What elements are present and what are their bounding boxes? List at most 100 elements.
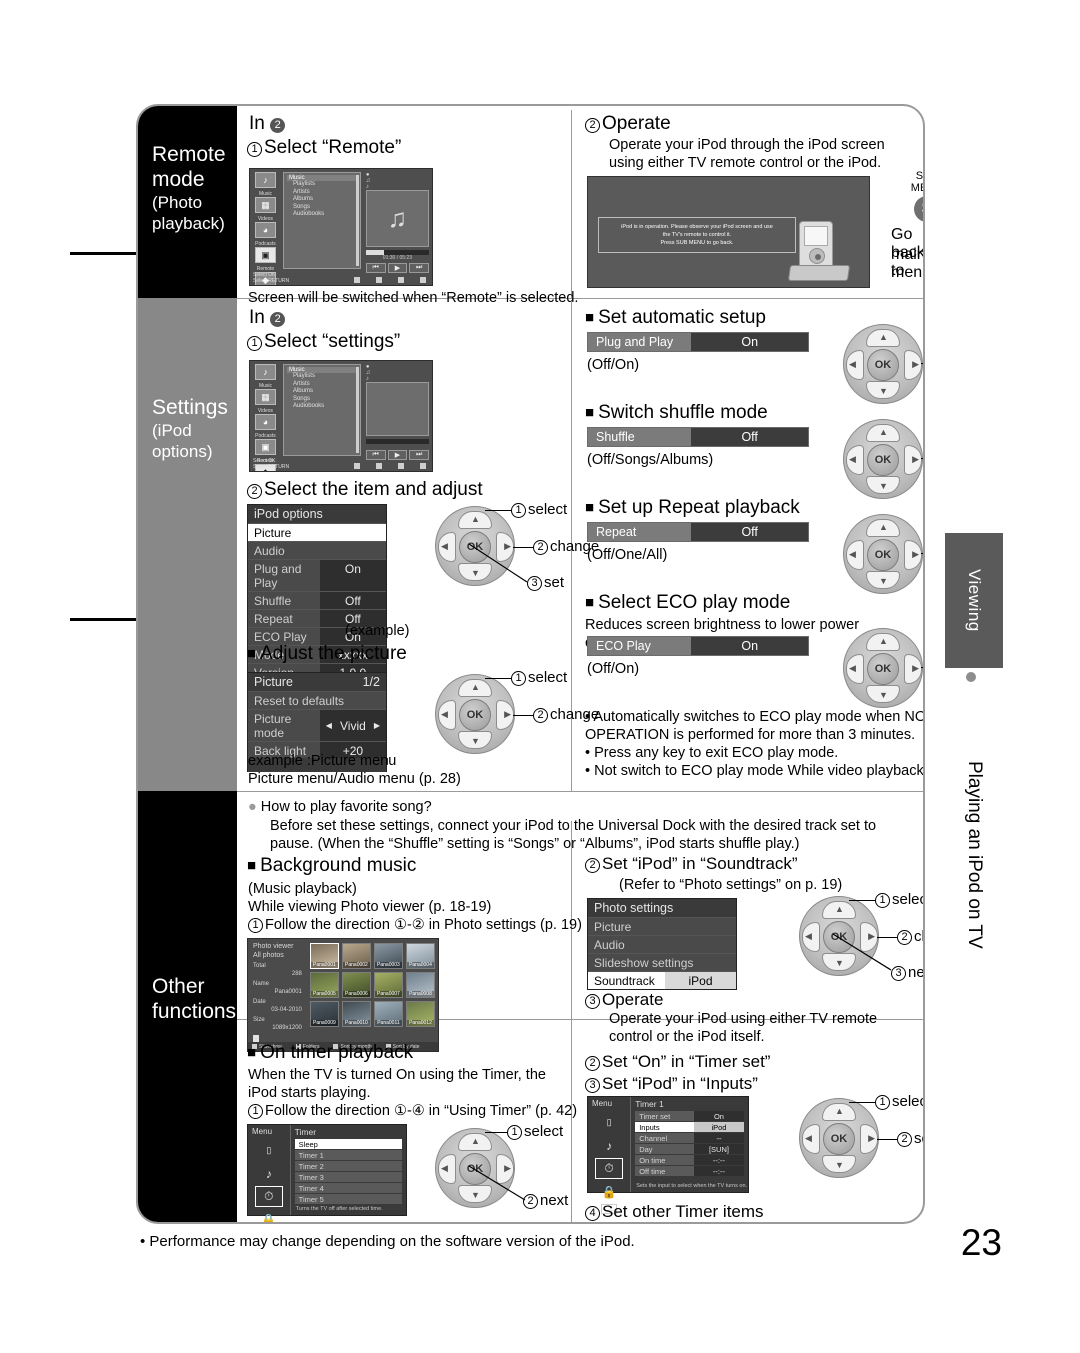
dpad-ok-button[interactable]: OK xyxy=(459,699,491,731)
ipod-icon-podcasts[interactable]: ◕ xyxy=(255,414,276,430)
pv-size-key: Size xyxy=(253,1017,265,1023)
timer-icon[interactable]: ⏱ xyxy=(595,1158,624,1179)
ipod-icon-remote[interactable]: ▣ xyxy=(255,439,276,455)
photo-viewer-thumbnail-grid[interactable]: Pana0001 Pana0002 Pana0003 Pana0004 Pana… xyxy=(307,939,438,1051)
ipod-list-item[interactable]: Playlists xyxy=(287,373,357,381)
timer-row-1[interactable]: Timer 1 xyxy=(294,1150,402,1160)
timer-menu-mock[interactable]: Menu ▯ ♪ ⏱ 🔒 CC ⛭ Timer Sleep Timer 1 Ti… xyxy=(247,1124,407,1222)
timer1-menu-mock[interactable]: Menu ▯ ♪ ⏱ 🔒 CC ⛭ Timer 1 Timer setOn In… xyxy=(587,1096,749,1222)
sub-menu-button[interactable]: S xyxy=(914,196,923,222)
strip-value: Off xyxy=(691,428,808,446)
picture-icon[interactable]: ▯ xyxy=(595,1112,623,1133)
osd-row-picture-mode[interactable]: Picture mode ◀ Vivid ▶ xyxy=(248,709,386,741)
photo-thumb[interactable]: Pana0005 xyxy=(309,972,339,998)
timer-row-3[interactable]: Timer 3 xyxy=(294,1172,402,1182)
lock-icon[interactable]: 🔒 xyxy=(255,1209,283,1223)
ipod-icon-videos[interactable]: ▦ xyxy=(255,197,276,213)
ipod-prev-button[interactable]: ⏮ xyxy=(365,450,386,461)
ipod-progress-bar[interactable] xyxy=(365,250,429,256)
timer-row-2[interactable]: Timer 2 xyxy=(294,1161,402,1171)
photo-settings-menu[interactable]: Photo settings Picture Audio Slideshow s… xyxy=(587,898,737,990)
strip-repeat[interactable]: Repeat Off xyxy=(587,522,809,542)
photo-thumb[interactable]: Pana0011 xyxy=(373,1001,403,1027)
photo-thumb[interactable]: Pana0010 xyxy=(341,1001,371,1027)
ipod-list-item[interactable]: Audiobooks xyxy=(287,403,357,411)
timer-icon[interactable]: ⏱ xyxy=(254,1186,283,1207)
photo-thumb[interactable]: Pana0012 xyxy=(405,1001,435,1027)
dpad-auto-setup[interactable]: ▲ ▼ ◀ ▶ OK xyxy=(841,324,923,404)
dpad-ok-button[interactable]: OK xyxy=(867,653,899,685)
osd-row-soundtrack[interactable]: Soundtrack iPod xyxy=(588,971,736,989)
ipod-icon-music[interactable]: ♪ xyxy=(255,172,276,188)
ipod-music-list[interactable]: Music Playlists Artists Albums Songs Aud… xyxy=(282,172,361,269)
ipod-list-item[interactable]: Albums xyxy=(287,388,357,396)
dpad-shuffle[interactable]: ▲ ▼ ◀ ▶ OK xyxy=(841,419,923,499)
dpad-picture-menu[interactable]: ▲ ▼ ◀ ▶ OK xyxy=(433,674,517,754)
ipod-list-item[interactable]: Songs xyxy=(287,396,357,404)
osd-value-stepper[interactable]: ◀ Vivid ▶ xyxy=(319,710,386,741)
ipod-play-button[interactable]: ▶ xyxy=(387,263,408,274)
strip-eco-play[interactable]: ECO Play On xyxy=(587,636,809,656)
picture-icon[interactable]: ▯ xyxy=(255,1140,283,1161)
dpad-ok-button[interactable]: OK xyxy=(867,539,899,571)
left-arrow-icon[interactable]: ◀ xyxy=(326,721,332,730)
ipod-icon-videos[interactable]: ▦ xyxy=(255,389,276,405)
ipod-next-button[interactable]: ⏭ xyxy=(409,263,429,274)
lock-icon[interactable]: 🔒 xyxy=(595,1181,623,1202)
ipod-icon-remote[interactable]: ▣ xyxy=(255,247,276,263)
dpad-ok-button[interactable]: OK xyxy=(823,1123,855,1155)
photo-thumb[interactable]: Pana0008 xyxy=(405,972,435,998)
timer1-row-inputs[interactable]: Inputs iPod xyxy=(635,1122,744,1132)
ipod-list-scrollbar[interactable] xyxy=(355,175,359,266)
osd-row-shuffle[interactable]: Shuffle Off xyxy=(248,591,386,609)
ipod-progress-bar[interactable] xyxy=(365,439,429,445)
osd-row-picture[interactable]: Picture xyxy=(588,917,736,935)
timer-row-sleep[interactable]: Sleep xyxy=(294,1139,402,1149)
dpad-repeat[interactable]: ▲ ▼ ◀ ▶ OK xyxy=(841,514,923,594)
ipod-prev-button[interactable]: ⏮ xyxy=(365,263,386,274)
ipod-list-scrollbar[interactable] xyxy=(355,367,359,453)
timer1-row-on-time[interactable]: On time --:-- xyxy=(635,1155,744,1165)
ipod-list-item[interactable]: Playlists xyxy=(287,181,357,189)
timer1-row-channel[interactable]: Channel -- xyxy=(635,1133,744,1143)
audio-icon[interactable]: ♪ xyxy=(595,1135,623,1156)
timer1-row-day[interactable]: Day [SUN] xyxy=(635,1144,744,1154)
osd-row-slideshow-settings[interactable]: Slideshow settings xyxy=(588,953,736,971)
osd-row-reset-defaults[interactable]: Reset to defaults xyxy=(248,691,386,709)
circled-1: 1 xyxy=(247,142,262,157)
right-arrow-icon[interactable]: ▶ xyxy=(374,721,380,730)
ipod-music-list-2[interactable]: Music Playlists Artists Albums Songs Aud… xyxy=(282,364,361,456)
ipod-list-item[interactable]: Songs xyxy=(287,204,357,212)
osd-row-audio[interactable]: Audio xyxy=(588,935,736,953)
ipod-next-button[interactable]: ⏭ xyxy=(409,450,429,461)
strip-plug-and-play[interactable]: Plug and Play On xyxy=(587,332,809,352)
ipod-icon-music[interactable]: ♪ xyxy=(255,364,276,380)
ipod-list-item[interactable]: Artists xyxy=(287,381,357,389)
osd-row-picture[interactable]: Picture xyxy=(248,523,386,541)
ipod-list-item[interactable]: Albums xyxy=(287,196,357,204)
photo-thumb[interactable]: Pana0001 xyxy=(309,943,339,969)
photo-thumb[interactable]: Pana0003 xyxy=(373,943,403,969)
ipod-play-button[interactable]: ▶ xyxy=(387,450,408,461)
ipod-list-item[interactable]: Artists xyxy=(287,189,357,197)
ipod-list-item[interactable]: Audiobooks xyxy=(287,211,357,219)
dpad-eco[interactable]: ▲ ▼ ◀ ▶ OK xyxy=(841,628,923,708)
dpad-ok-button[interactable]: OK xyxy=(867,349,899,381)
osd-row-plug-and-play[interactable]: Plug and Play On xyxy=(248,559,386,591)
remote-step-2: 2 Operate xyxy=(585,112,671,136)
osd-row-audio[interactable]: Audio xyxy=(248,541,386,559)
photo-thumb[interactable]: Pana0006 xyxy=(341,972,371,998)
dpad-timer-right[interactable]: ▲ ▼ ◀ ▶ OK xyxy=(797,1098,881,1178)
timer1-row-off-time[interactable]: Off time --:-- xyxy=(635,1166,744,1176)
timer-row-4[interactable]: Timer 4 xyxy=(294,1183,402,1193)
timer1-row-timer-set[interactable]: Timer set On xyxy=(635,1111,744,1121)
photo-thumb[interactable]: Pana0009 xyxy=(309,1001,339,1027)
dpad-ok-button[interactable]: OK xyxy=(867,444,899,476)
strip-shuffle[interactable]: Shuffle Off xyxy=(587,427,809,447)
photo-thumb[interactable]: Pana0007 xyxy=(373,972,403,998)
photo-thumb[interactable]: Pana0002 xyxy=(341,943,371,969)
audio-icon[interactable]: ♪ xyxy=(255,1163,283,1184)
timer-row-5[interactable]: Timer 5 xyxy=(294,1194,402,1204)
ipod-icon-podcasts[interactable]: ◕ xyxy=(255,222,276,238)
photo-thumb[interactable]: Pana0004 xyxy=(405,943,435,969)
